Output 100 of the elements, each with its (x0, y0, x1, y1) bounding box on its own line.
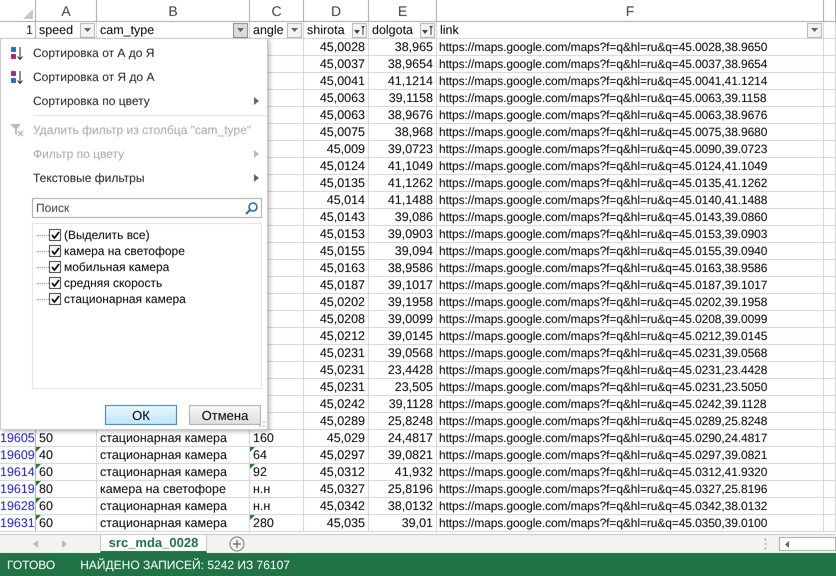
table-cell: https://maps.google.com/maps?f=q&hl=ru&q=45.0350,39.0100 (437, 515, 824, 532)
checkbox[interactable] (49, 293, 61, 305)
menu-item[interactable]: Сортировка от Я до А (1, 65, 267, 89)
table-cell: 24,4817 (369, 430, 437, 447)
filter-button[interactable] (807, 22, 822, 38)
table-cell: 45,0231 (304, 379, 369, 396)
column-header[interactable]: C (250, 0, 304, 22)
checkbox-label[interactable]: средняя скорость (64, 276, 162, 290)
column-header[interactable]: E (369, 0, 437, 22)
table-cell: 39,0723 (369, 141, 437, 158)
checkbox[interactable] (49, 277, 61, 289)
table-cell: 39,086 (369, 209, 437, 226)
filter-button[interactable] (420, 22, 435, 38)
table-cell: 45,0155 (304, 243, 369, 260)
checkbox-label[interactable]: (Выделить все) (64, 228, 150, 242)
caret-icon (237, 28, 244, 32)
checkbox-label[interactable]: стационарная камера (64, 292, 186, 306)
caret-icon (84, 28, 91, 32)
table-cell: 45,009 (304, 141, 369, 158)
column-header[interactable]: D (304, 0, 369, 22)
search-field[interactable]: Поиск (32, 198, 262, 218)
table-cell (824, 175, 836, 192)
table-cell: https://maps.google.com/maps?f=q&hl=ru&q=45.0124,41.1049 (437, 158, 824, 175)
table-cell: 45,0202 (304, 294, 369, 311)
table-cell: 60 (36, 498, 97, 515)
menu-item[interactable]: Сортировка от А до Я (1, 41, 267, 65)
table-cell: 39,1128 (369, 396, 437, 413)
table-cell: 41,1262 (369, 175, 437, 192)
table-cell: https://maps.google.com/maps?f=q&hl=ru&q=45.0143,39.0860 (437, 209, 824, 226)
table-cell (824, 515, 836, 532)
table-cell (824, 243, 836, 260)
column-header[interactable]: B (97, 0, 250, 22)
table-cell: 60 (36, 464, 97, 481)
table-cell: 45,0041 (304, 73, 369, 90)
filter-button[interactable] (352, 22, 367, 38)
table-cell (824, 311, 836, 328)
filter-button[interactable] (80, 22, 95, 38)
filter-button[interactable] (233, 22, 248, 38)
ok-button[interactable]: ОК (105, 405, 177, 425)
table-cell: камера на светофоре (97, 481, 250, 498)
table-cell: 45,0153 (304, 226, 369, 243)
checkbox[interactable] (49, 245, 61, 257)
row-number[interactable]: 19619 (0, 481, 36, 498)
row-number[interactable]: 19614 (0, 464, 36, 481)
table-cell: https://maps.google.com/maps?f=q&hl=ru&q=45.0297,39.0821 (437, 447, 824, 464)
table-cell: 38,0132 (369, 498, 437, 515)
table-cell: 39,094 (369, 243, 437, 260)
table-cell: стационарная камера (97, 515, 250, 532)
table-cell: https://maps.google.com/maps?f=q&hl=ru&q=45.0155,39.0940 (437, 243, 824, 260)
checkbox-label[interactable]: камера на светофоре (64, 244, 185, 258)
table-cell: https://maps.google.com/maps?f=q&hl=ru&q=45.0163,38.9586 (437, 260, 824, 277)
resize-grip-icon (259, 421, 265, 427)
table-cell: 45,0187 (304, 277, 369, 294)
row-number[interactable]: 19631 (0, 515, 36, 532)
table-cell: https://maps.google.com/maps?f=q&hl=ru&q=45.0041,41.1214 (437, 73, 824, 90)
column-header[interactable]: F (437, 0, 824, 22)
row-number[interactable]: 19609 (0, 447, 36, 464)
column-title: shirota (307, 22, 345, 38)
table-cell (824, 481, 836, 498)
filter-icon (354, 26, 365, 34)
table-cell: 45,0163 (304, 260, 369, 277)
table-cell: 23,4428 (369, 362, 437, 379)
table-cell: 45,035 (304, 515, 369, 532)
table-cell (824, 39, 836, 56)
checkbox[interactable] (49, 229, 61, 241)
table-cell: 45,0342 (304, 498, 369, 515)
table-cell: 45,0063 (304, 107, 369, 124)
table-cell: 39,01 (369, 515, 437, 532)
table-cell: 39,1017 (369, 277, 437, 294)
table-cell: 45,0231 (304, 345, 369, 362)
table-cell: 38,9654 (369, 56, 437, 73)
checkbox-label[interactable]: мобильная камера (64, 260, 170, 274)
table-cell: 39,0903 (369, 226, 437, 243)
submenu-arrow-icon (254, 150, 259, 158)
filter-button[interactable] (287, 22, 302, 38)
table-cell (824, 158, 836, 175)
horizontal-scrollbar[interactable] (779, 537, 836, 551)
menu-item[interactable]: Текстовые фильтры (1, 166, 267, 190)
row-number[interactable]: 19628 (0, 498, 36, 515)
column-title: cam_type (100, 22, 154, 38)
table-cell (824, 226, 836, 243)
splitter-icon (764, 538, 767, 550)
caret-icon (811, 28, 818, 32)
table-cell: стационарная камера (97, 447, 250, 464)
column-header[interactable]: A (36, 0, 97, 22)
table-cell: 45,0231 (304, 362, 369, 379)
table-cell: 45,0327 (304, 481, 369, 498)
table-cell: 45,0135 (304, 175, 369, 192)
table-cell: https://maps.google.com/maps?f=q&hl=ru&q=45.0231,23.4428 (437, 362, 824, 379)
cancel-button[interactable]: Отмена (189, 405, 261, 425)
table-cell (824, 90, 836, 107)
sheet-tab[interactable]: src_mda_0028 (100, 535, 207, 553)
checkbox[interactable] (49, 261, 61, 273)
menu-item[interactable]: Сортировка по цвету (1, 89, 267, 113)
column-title: speed (39, 22, 74, 38)
table-cell: 64 (250, 447, 304, 464)
table-cell (824, 447, 836, 464)
table-cell (824, 464, 836, 481)
table-cell (824, 498, 836, 515)
table-cell (824, 294, 836, 311)
